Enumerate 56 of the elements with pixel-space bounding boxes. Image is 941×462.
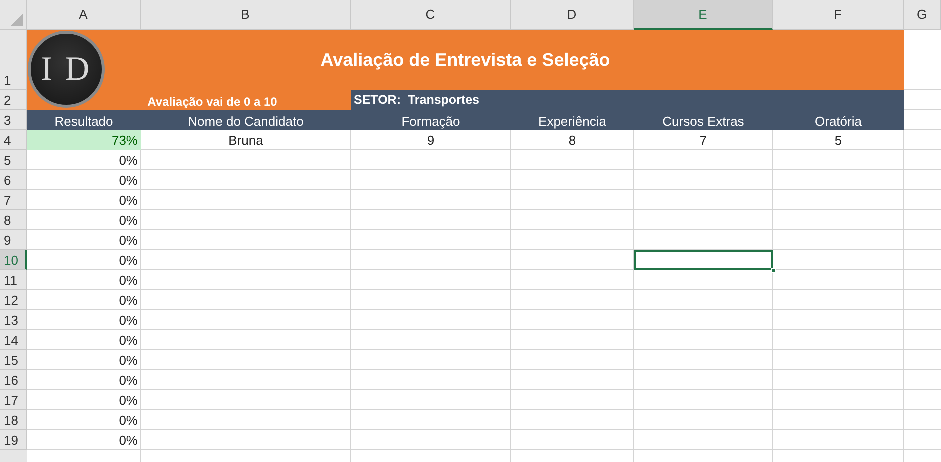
row-header[interactable]: 12 <box>0 290 27 310</box>
row-header[interactable]: 19 <box>0 430 27 450</box>
table-cell-text: 0% <box>118 412 139 430</box>
row-header[interactable]: 8 <box>0 210 27 230</box>
column-header[interactable]: C <box>351 0 511 30</box>
row-header[interactable]: 10 <box>0 250 27 270</box>
table-cell-text: 0% <box>118 252 139 270</box>
row-header[interactable]: 17 <box>0 390 27 410</box>
column-title: Cursos Extras <box>634 110 773 130</box>
table-cell-text: 8 <box>568 132 578 150</box>
row-header[interactable]: 11 <box>0 270 27 290</box>
row-header[interactable]: 2 <box>0 90 27 110</box>
table-cell-text: 0% <box>118 332 139 350</box>
table-cell-text: 7 <box>698 132 708 150</box>
column-header[interactable]: G <box>904 0 941 30</box>
table-cell-text: 0% <box>118 272 139 290</box>
column-header[interactable]: E <box>634 0 773 30</box>
table-cell-text: 0% <box>118 192 139 210</box>
column-header[interactable]: A <box>27 0 141 30</box>
row-header[interactable]: 13 <box>0 310 27 330</box>
row-header[interactable]: 7 <box>0 190 27 210</box>
column-title: Resultado <box>27 110 141 130</box>
table-cell-text: 9 <box>426 132 436 150</box>
table-cell-text: 0% <box>118 172 139 190</box>
table-cell-text: 0% <box>118 152 139 170</box>
table-cell-text: 0% <box>118 292 139 310</box>
table-cell-text: 0% <box>118 232 139 250</box>
table-cell-text: Bruna <box>228 132 264 150</box>
column-title: Oratória <box>773 110 904 130</box>
table-cell-text: 5 <box>834 132 844 150</box>
table-cell-text: 0% <box>118 212 139 230</box>
table-cell-text: 0% <box>118 432 139 450</box>
table-cell-text: 0% <box>118 392 139 410</box>
table-cell-text: 0% <box>118 312 139 330</box>
row-header[interactable]: 18 <box>0 410 27 430</box>
row-header[interactable]: 5 <box>0 150 27 170</box>
row-header[interactable]: 14 <box>0 330 27 350</box>
row-header[interactable]: 15 <box>0 350 27 370</box>
row-header[interactable]: 4 <box>0 130 27 150</box>
column-header[interactable]: F <box>773 0 904 30</box>
column-title: Experiência <box>511 110 634 130</box>
table-cell: 73% <box>27 130 141 150</box>
column-header[interactable]: B <box>141 0 351 30</box>
row-header[interactable]: 3 <box>0 110 27 130</box>
column-header[interactable]: D <box>511 0 634 30</box>
column-title: Formação <box>351 110 511 130</box>
table-cell-text: 0% <box>118 372 139 390</box>
row-header[interactable]: 1 <box>0 30 27 90</box>
fill-handle[interactable] <box>771 268 776 273</box>
table-cell-text: 0% <box>118 352 139 370</box>
row-header[interactable]: 6 <box>0 170 27 190</box>
row-header[interactable]: 16 <box>0 370 27 390</box>
cell-cursor[interactable] <box>634 250 773 270</box>
row-header[interactable]: 9 <box>0 230 27 250</box>
sector-label: SETOR: Transportes <box>351 90 904 110</box>
column-title: Nome do Candidato <box>141 110 351 130</box>
